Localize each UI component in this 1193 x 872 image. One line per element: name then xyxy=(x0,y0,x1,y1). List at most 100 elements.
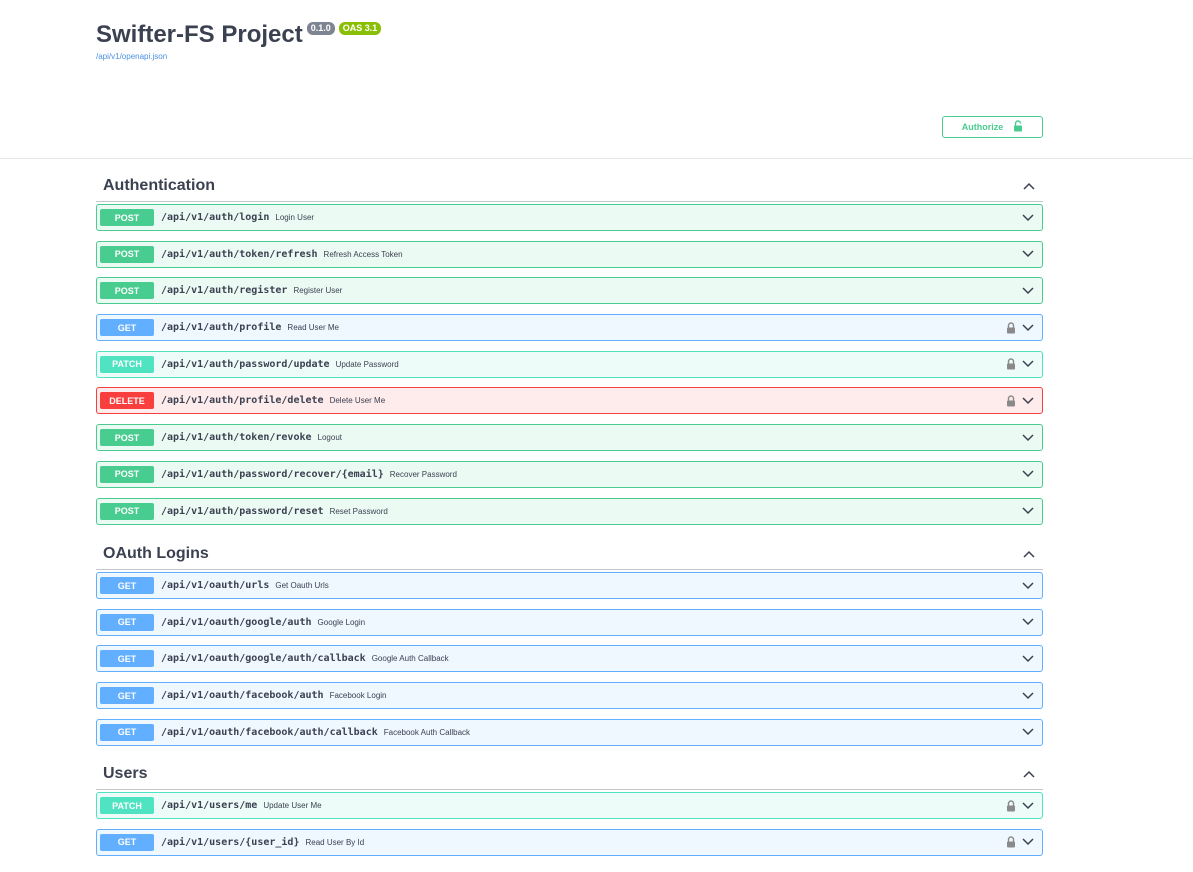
chevron-down-icon[interactable] xyxy=(1022,726,1034,738)
chevron-down-icon[interactable] xyxy=(1022,322,1034,334)
method-badge: GET xyxy=(100,650,154,668)
operation-controls xyxy=(1006,388,1034,413)
operation-controls xyxy=(1006,793,1034,818)
lock-icon[interactable] xyxy=(1006,836,1016,848)
chevron-down-icon[interactable] xyxy=(1022,690,1034,702)
operation-path: /api/v1/auth/register xyxy=(161,285,288,297)
method-badge: GET xyxy=(100,613,154,631)
operation-row[interactable]: GET/api/v1/oauth/facebook/auth Facebook L… xyxy=(96,682,1043,710)
operation-path: /api/v1/oauth/facebook/auth xyxy=(161,690,324,702)
operation-controls xyxy=(1006,315,1034,340)
operation-summary: Read User By Id xyxy=(305,837,365,847)
title-row: Swifter-FS Project 0.1.0 OAS 3.1 xyxy=(96,20,382,50)
header-divider xyxy=(0,158,1193,159)
operation-summary: Update User Me xyxy=(263,801,322,810)
operation-row[interactable]: POST/api/v1/auth/token/revoke Logout xyxy=(96,424,1043,452)
chevron-down-icon[interactable] xyxy=(1022,248,1034,260)
operation-row[interactable]: PATCH/api/v1/users/me Update User Me xyxy=(96,792,1043,819)
operation-row[interactable]: GET/api/v1/users/{user_id} Read User By I… xyxy=(96,828,1043,856)
chevron-down-icon[interactable] xyxy=(1022,580,1034,592)
chevron-up-icon[interactable] xyxy=(1022,179,1036,193)
operation-path: /api/v1/auth/token/revoke xyxy=(161,432,312,444)
operations-list: GET/api/v1/oauth/urls Get Oauth Urls GET/a… xyxy=(96,570,1043,746)
method-badge: GET xyxy=(100,577,154,594)
operation-controls xyxy=(1022,610,1034,635)
operation-controls xyxy=(1022,683,1034,708)
version-badge: 0.1.0 xyxy=(306,22,335,35)
chevron-up-icon[interactable] xyxy=(1022,767,1036,781)
unlocked-icon xyxy=(1013,120,1023,134)
tag-title: Authentication xyxy=(103,176,215,194)
lock-icon[interactable] xyxy=(1006,321,1016,334)
method-badge: POST xyxy=(100,465,154,483)
operation-summary: Facebook Login xyxy=(329,691,387,701)
operation-path: /api/v1/auth/password/recover/{email} xyxy=(161,468,384,480)
chevron-down-icon[interactable] xyxy=(1022,432,1034,444)
chevron-down-icon[interactable] xyxy=(1022,836,1034,848)
operation-row[interactable]: GET/api/v1/auth/profile Read User Me xyxy=(96,314,1043,342)
method-badge: POST xyxy=(100,429,154,447)
operation-path: /api/v1/oauth/google/auth xyxy=(161,616,312,628)
operation-row[interactable]: POST/api/v1/auth/register Register User xyxy=(96,277,1043,305)
operation-row[interactable]: POST/api/v1/auth/token/refresh Refresh Ac… xyxy=(96,240,1043,268)
chevron-down-icon[interactable] xyxy=(1022,212,1034,224)
chevron-down-icon[interactable] xyxy=(1022,395,1034,407)
tag-title: Users xyxy=(103,764,148,782)
operations-list: PATCH/api/v1/users/me Update User Me GET/a… xyxy=(96,790,1043,856)
tag-section-users: Users PATCH/api/v1/users/me Update User M… xyxy=(96,758,1043,865)
operation-controls xyxy=(1006,830,1034,855)
operation-row[interactable]: POST/api/v1/auth/login Login User xyxy=(96,204,1043,231)
operation-path: /api/v1/auth/token/refresh xyxy=(161,248,318,260)
operation-path: /api/v1/users/me xyxy=(161,800,258,811)
operation-controls xyxy=(1022,278,1034,303)
operation-path: /api/v1/users/{user_id} xyxy=(161,836,300,848)
operation-row[interactable]: PATCH/api/v1/auth/password/update Update … xyxy=(96,350,1043,378)
chevron-down-icon[interactable] xyxy=(1022,653,1034,665)
chevron-down-icon[interactable] xyxy=(1022,616,1034,628)
method-badge: POST xyxy=(100,245,154,263)
tag-header[interactable]: Users xyxy=(96,758,1043,790)
tag-section-oauth-logins: OAuth Logins GET/api/v1/oauth/urls Get Oa… xyxy=(96,538,1043,755)
operation-controls xyxy=(1022,462,1034,487)
openapi-spec-link[interactable]: /api/v1/openapi.json xyxy=(96,52,381,61)
operation-summary: Google Login xyxy=(317,617,366,627)
operation-summary: Login User xyxy=(275,213,315,222)
operation-row[interactable]: DELETE/api/v1/auth/profile/delete Delete … xyxy=(96,387,1043,415)
operation-row[interactable]: GET/api/v1/oauth/google/auth Google Login xyxy=(96,608,1043,636)
tag-header[interactable]: Authentication xyxy=(96,170,1043,202)
method-badge: GET xyxy=(100,687,154,705)
operation-path: /api/v1/oauth/google/auth/callback xyxy=(161,653,366,665)
operations-list: POST/api/v1/auth/login Login User POST/api… xyxy=(96,202,1043,525)
operation-row[interactable]: POST/api/v1/auth/password/recover/{email… xyxy=(96,460,1043,488)
lock-icon[interactable] xyxy=(1006,799,1016,812)
tag-header[interactable]: OAuth Logins xyxy=(96,538,1043,570)
operation-controls xyxy=(1022,720,1034,745)
operation-summary: Refresh Access Token xyxy=(323,249,403,259)
operation-row[interactable]: GET/api/v1/oauth/urls Get Oauth Urls xyxy=(96,572,1043,599)
authorize-button[interactable]: Authorize xyxy=(942,116,1043,138)
operation-path: /api/v1/auth/password/update xyxy=(161,358,330,370)
method-badge: PATCH xyxy=(100,797,154,814)
operation-controls xyxy=(1022,205,1034,230)
operation-summary: Read User Me xyxy=(287,323,339,333)
tag-section-authentication: Authentication POST/api/v1/auth/login Log… xyxy=(96,170,1043,534)
operation-controls xyxy=(1022,499,1034,524)
operation-path: /api/v1/oauth/urls xyxy=(161,580,270,591)
chevron-down-icon[interactable] xyxy=(1022,358,1034,370)
operation-path: /api/v1/auth/password/reset xyxy=(161,505,324,517)
operation-path: /api/v1/auth/profile/delete xyxy=(161,395,324,407)
lock-icon[interactable] xyxy=(1006,358,1016,370)
operation-path: /api/v1/auth/profile xyxy=(161,322,282,334)
chevron-down-icon[interactable] xyxy=(1022,800,1034,812)
operation-row[interactable]: POST/api/v1/auth/password/reset Reset Pas… xyxy=(96,497,1043,525)
chevron-up-icon[interactable] xyxy=(1022,547,1036,561)
operation-row[interactable]: GET/api/v1/oauth/google/auth/callback Goo… xyxy=(96,645,1043,673)
chevron-down-icon[interactable] xyxy=(1022,505,1034,517)
chevron-down-icon[interactable] xyxy=(1022,285,1034,297)
operation-row[interactable]: GET/api/v1/oauth/facebook/auth/callback F… xyxy=(96,718,1043,746)
operation-summary: Google Auth Callback xyxy=(371,654,449,664)
oas-badge: OAS 3.1 xyxy=(338,22,382,35)
chevron-down-icon[interactable] xyxy=(1022,468,1034,480)
method-badge: GET xyxy=(100,319,154,337)
lock-icon[interactable] xyxy=(1006,395,1016,407)
